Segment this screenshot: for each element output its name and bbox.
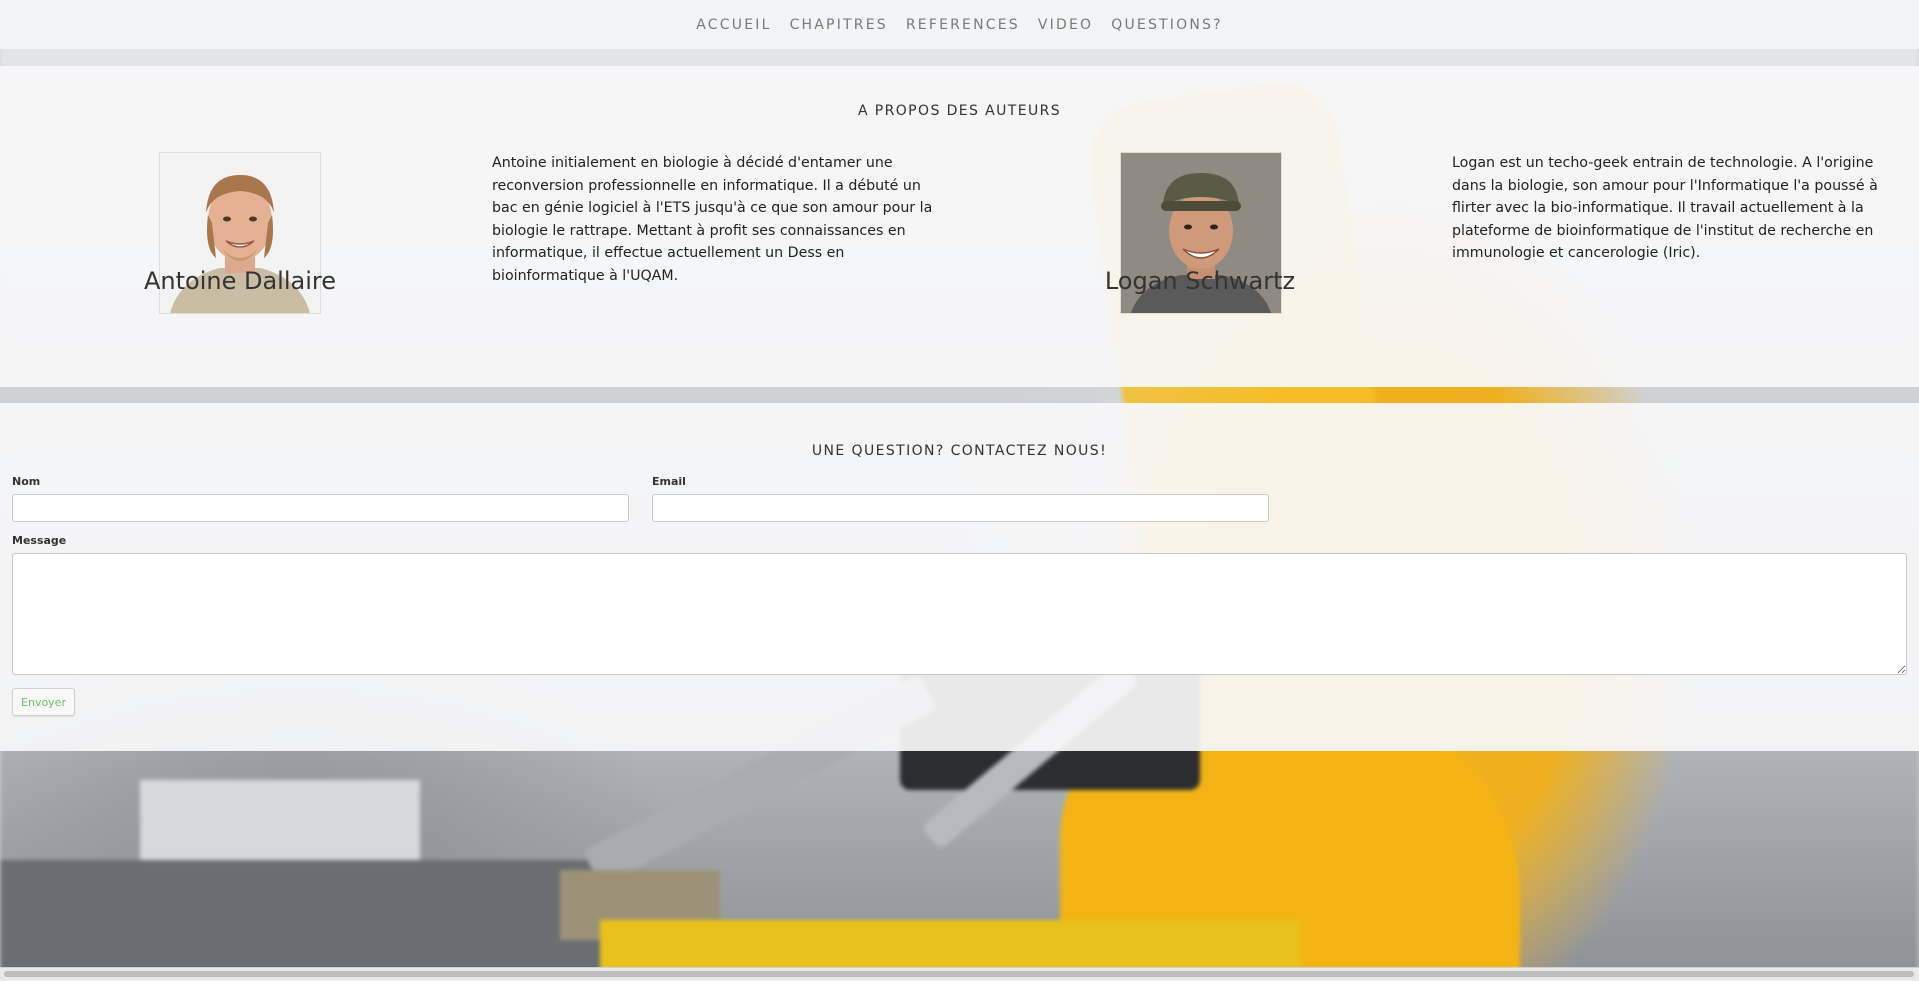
author-bio-antoine: Antoine initialement en biologie à décid…	[492, 155, 933, 284]
message-label: Message	[12, 534, 67, 547]
lab-shelf	[0, 860, 600, 980]
author-bio-logan: Logan est un techo-geek entrain de techn…	[1452, 155, 1878, 261]
scrollbar-thumb[interactable]	[4, 971, 1914, 977]
about-section: A PROPOS DES AUTEURS Antoine Dallaire An…	[0, 66, 1919, 387]
nav-item-questions[interactable]: QUESTIONS?	[1102, 17, 1232, 33]
nav-item-accueil[interactable]: ACCUEIL	[687, 17, 780, 33]
nav-item-video[interactable]: VIDEO	[1029, 17, 1102, 33]
top-navbar: ACCUEIL CHAPITRES REFERENCES VIDEO QUEST…	[0, 0, 1919, 49]
horizontal-scrollbar[interactable]	[0, 967, 1919, 981]
send-button[interactable]: Envoyer	[12, 688, 75, 716]
nav-item-chapitres[interactable]: CHAPITRES	[781, 17, 897, 33]
message-textarea[interactable]	[12, 553, 1907, 675]
author-name-antoine: Antoine Dallaire	[144, 267, 336, 295]
contact-title: UNE QUESTION? CONTACTEZ NOUS!	[811, 443, 1108, 459]
nav-item-references[interactable]: REFERENCES	[897, 17, 1029, 33]
name-label: Nom	[12, 475, 41, 488]
name-field[interactable]	[12, 494, 629, 522]
email-label: Email	[652, 475, 686, 488]
nav-menu: ACCUEIL CHAPITRES REFERENCES VIDEO QUEST…	[687, 17, 1231, 33]
author-name-logan: Logan Schwartz	[1104, 267, 1296, 295]
email-field[interactable]	[652, 494, 1269, 522]
contact-section: UNE QUESTION? CONTACTEZ NOUS! Nom Email …	[0, 403, 1919, 751]
about-title: A PROPOS DES AUTEURS	[857, 103, 1062, 119]
